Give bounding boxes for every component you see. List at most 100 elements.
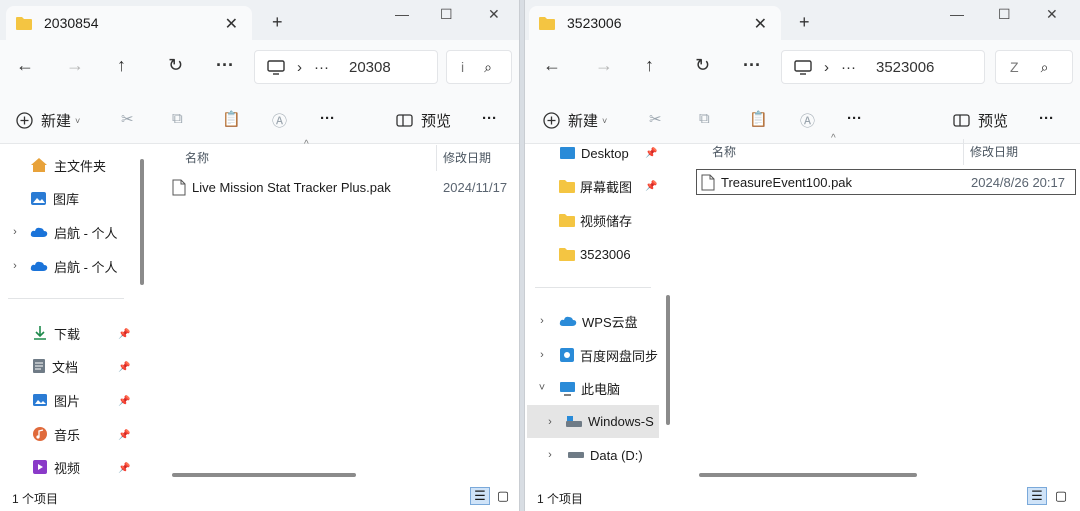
cut-icon[interactable]: ✂ — [649, 110, 662, 128]
maximize-button[interactable]: ☐ — [998, 6, 1011, 23]
forward-arrow-icon[interactable]: → — [66, 55, 84, 76]
horizontal-scrollbar[interactable] — [172, 473, 356, 477]
search-box[interactable]: Z ⌕ — [995, 50, 1073, 84]
file-date: 2024/11/17 — [443, 179, 508, 195]
column-header-date[interactable]: 修改日期 — [970, 143, 1018, 160]
refresh-icon[interactable]: ↻ — [168, 55, 183, 76]
nav-item-pictures[interactable]: 图片 — [32, 388, 80, 412]
column-header-date[interactable]: 修改日期 — [443, 149, 491, 166]
more-options-icon[interactable]: ··· — [1039, 110, 1054, 127]
nav-item-videos[interactable]: 视频 — [32, 455, 80, 479]
nav-item-onedrive-1[interactable]: › 启航 - 个人 — [8, 220, 117, 244]
address-ellipsis[interactable]: ··· — [841, 59, 856, 76]
maximize-button[interactable]: ☐ — [440, 6, 453, 23]
pin-icon[interactable]: 📌 — [645, 148, 657, 159]
pin-icon[interactable]: 📌 — [118, 396, 130, 407]
new-tab-button[interactable]: + — [272, 12, 283, 33]
pin-icon[interactable]: 📌 — [118, 430, 130, 441]
nav-item-gallery[interactable]: 图库 — [30, 186, 79, 210]
address-ellipsis[interactable]: ··· — [314, 59, 329, 76]
nav-item-desktop[interactable]: Desktop — [559, 141, 629, 165]
search-icon[interactable]: ⌕ — [1041, 59, 1049, 76]
nav-item-onedrive-2[interactable]: › 启航 - 个人 — [8, 254, 117, 278]
details-view-icon[interactable]: ☰ — [470, 487, 490, 505]
document-icon — [32, 358, 46, 374]
nav-item-data-drive[interactable]: › Data (D:) — [543, 443, 643, 467]
nav-item-baidu-sync[interactable]: › 百度网盘同步 — [535, 343, 660, 367]
back-arrow-icon[interactable]: ← — [543, 55, 561, 76]
more-commands-icon[interactable]: ··· — [847, 110, 862, 127]
file-row[interactable]: Live Mission Stat Tracker Plus.pak 2024/… — [172, 174, 519, 200]
column-header-name[interactable]: 名称 — [185, 149, 209, 166]
close-tab-icon[interactable]: ✕ — [754, 14, 767, 34]
rename-icon[interactable]: Ⓐ — [800, 110, 815, 131]
search-icon[interactable]: ⌕ — [484, 59, 492, 76]
status-bar: 1 个项目 ☰ ▢ — [0, 481, 519, 511]
address-bar[interactable]: › ··· 20308 — [254, 50, 438, 84]
paste-icon[interactable]: 📋 — [749, 110, 768, 128]
paste-icon[interactable]: 📋 — [222, 110, 241, 128]
file-row[interactable]: TreasureEvent100.pak 2024/8/26 20:17 — [696, 169, 1076, 195]
more-commands-icon[interactable]: ··· — [320, 110, 335, 127]
chevron-down-icon[interactable]: ˅ — [535, 382, 549, 394]
nav-item-windows-drive[interactable]: › Windows-S — [527, 405, 659, 438]
close-window-button[interactable]: ✕ — [1046, 6, 1058, 23]
up-arrow-icon[interactable]: ↑ — [645, 55, 654, 76]
horizontal-scrollbar[interactable] — [699, 473, 917, 477]
chevron-right-icon[interactable]: › — [543, 449, 557, 461]
copy-icon[interactable]: ⧉ — [699, 110, 710, 127]
minimize-button[interactable]: — — [950, 6, 964, 22]
more-options-icon[interactable]: ··· — [482, 110, 497, 127]
monitor-icon — [794, 59, 812, 75]
up-arrow-icon[interactable]: ↑ — [117, 55, 126, 76]
details-view-icon[interactable]: ☰ — [1027, 487, 1047, 505]
tab-active[interactable]: 2030854 ✕ — [6, 6, 252, 40]
chevron-right-icon[interactable]: › — [8, 260, 22, 272]
preview-button[interactable]: 预览 — [396, 110, 451, 131]
pin-icon[interactable]: 📌 — [118, 362, 130, 373]
nav-scrollbar[interactable] — [666, 295, 670, 425]
close-window-button[interactable]: ✕ — [488, 6, 500, 23]
new-button[interactable]: 新建 ˅ — [16, 110, 80, 131]
nav-scrollbar[interactable] — [140, 159, 144, 285]
address-crumb[interactable]: 3523006 — [876, 59, 934, 76]
more-nav-icon[interactable]: ··· — [743, 55, 761, 76]
chevron-right-icon[interactable]: › — [535, 349, 549, 361]
tiles-view-icon[interactable]: ▢ — [493, 487, 513, 505]
nav-label: 主文件夹 — [54, 158, 107, 174]
rename-icon[interactable]: Ⓐ — [272, 110, 287, 131]
tab-active[interactable]: 3523006 ✕ — [529, 6, 781, 40]
nav-item-this-pc[interactable]: ˅ 此电脑 — [535, 376, 620, 400]
preview-button[interactable]: 预览 — [953, 110, 1008, 131]
nav-item-wps-cloud[interactable]: › WPS云盘 — [535, 309, 637, 333]
refresh-icon[interactable]: ↻ — [695, 55, 710, 76]
nav-item-home[interactable]: 主文件夹 — [30, 153, 106, 177]
chevron-right-icon[interactable]: › — [8, 226, 22, 238]
new-button[interactable]: 新建 ˅ — [543, 110, 607, 131]
address-crumb[interactable]: 20308 — [349, 59, 391, 76]
more-nav-icon[interactable]: ··· — [216, 55, 234, 76]
pin-icon[interactable]: 📌 — [118, 329, 130, 340]
nav-item-downloads[interactable]: 下载 — [32, 321, 80, 345]
nav-item-video-storage[interactable]: 视频储存 — [559, 208, 632, 232]
nav-item-3523006[interactable]: 3523006 — [559, 242, 631, 266]
copy-icon[interactable]: ⧉ — [172, 110, 183, 127]
cut-icon[interactable]: ✂ — [121, 110, 134, 128]
pin-icon[interactable]: 📌 — [118, 463, 130, 474]
search-box[interactable]: i ⌕ — [446, 50, 512, 84]
nav-item-documents[interactable]: 文档 — [32, 354, 78, 378]
column-header-name[interactable]: 名称 — [712, 143, 736, 160]
tiles-view-icon[interactable]: ▢ — [1051, 487, 1071, 505]
nav-item-music[interactable]: 音乐 — [32, 422, 80, 446]
forward-arrow-icon[interactable]: → — [595, 55, 613, 76]
close-tab-icon[interactable]: ✕ — [225, 14, 238, 34]
back-arrow-icon[interactable]: ← — [16, 55, 34, 76]
chevron-right-icon[interactable]: › — [543, 416, 557, 428]
nav-item-screenshots[interactable]: 屏幕截图 — [559, 174, 632, 198]
pin-icon[interactable]: 📌 — [645, 181, 657, 192]
new-tab-button[interactable]: + — [799, 12, 810, 33]
chevron-right-icon[interactable]: › — [535, 315, 549, 327]
minimize-button[interactable]: — — [395, 6, 409, 22]
address-bar[interactable]: › ··· 3523006 — [781, 50, 985, 84]
file-explorer-window-right: 3523006 ✕ + — ☐ ✕ ← → ↑ ↻ ··· › ··· 3523… — [524, 0, 1080, 511]
